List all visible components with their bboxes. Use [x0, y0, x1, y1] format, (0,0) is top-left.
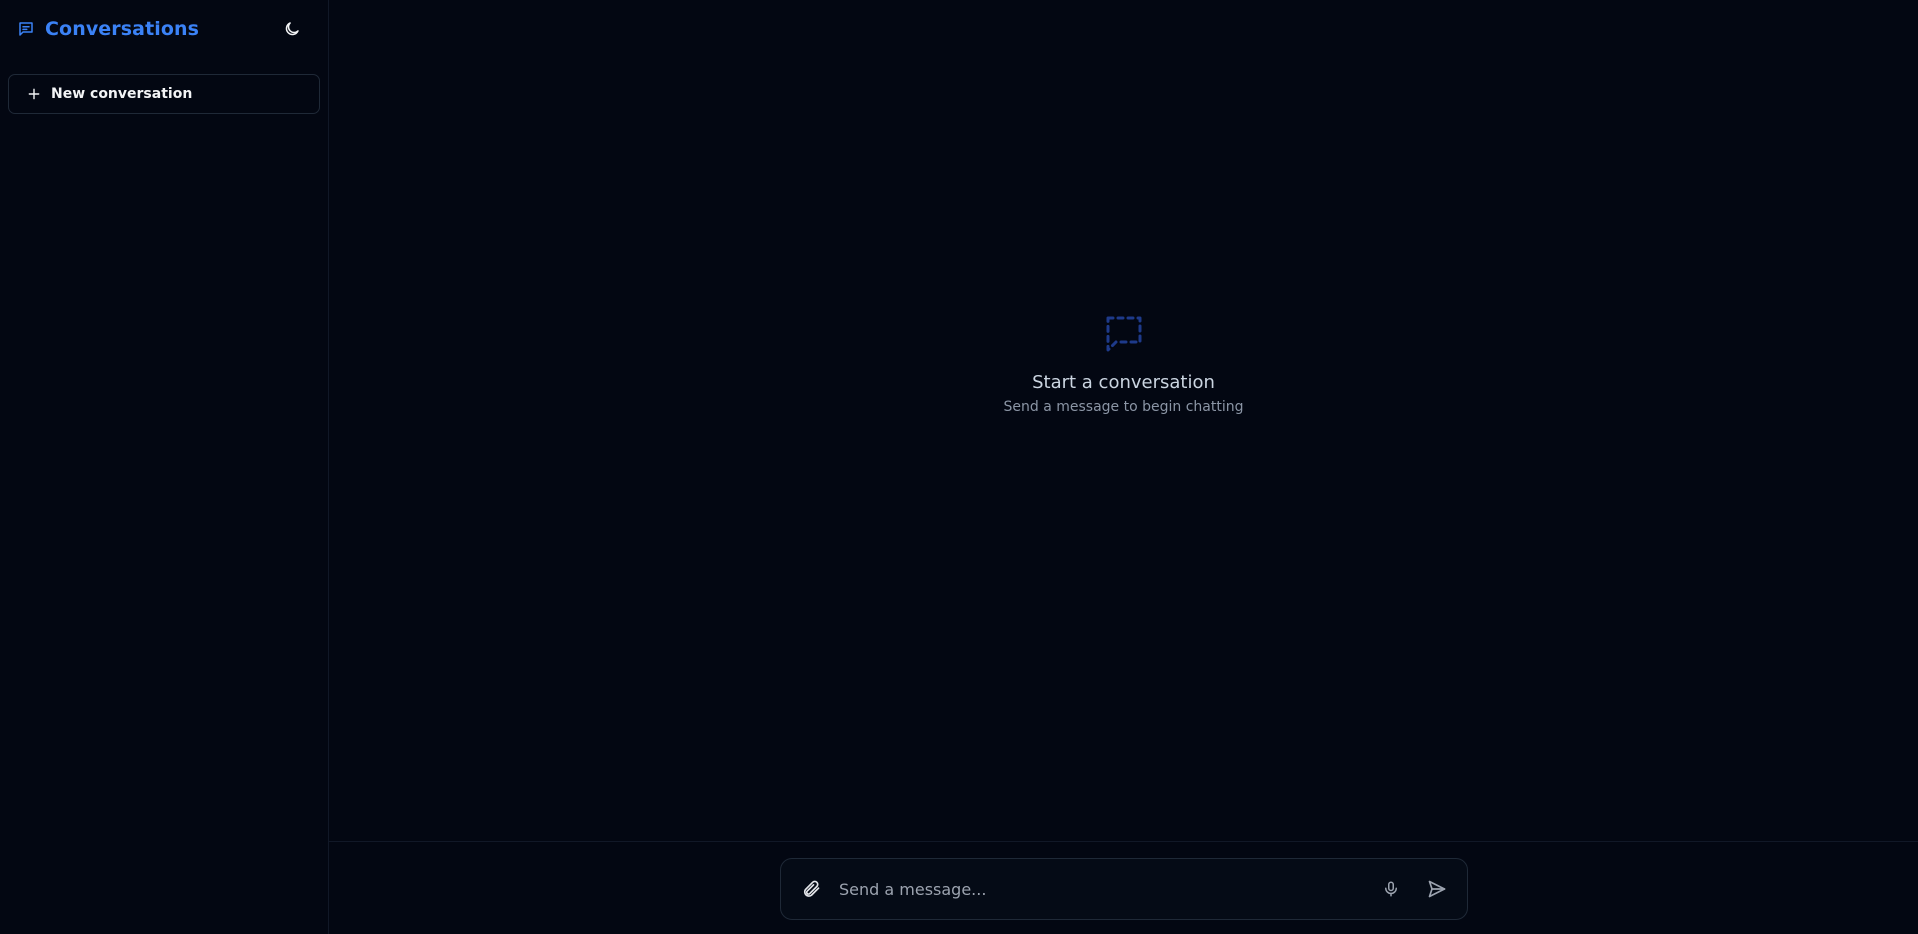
empty-state: Start a conversation Send a message to b…: [329, 312, 1918, 415]
microphone-button[interactable]: [1379, 877, 1403, 901]
composer-area: [329, 841, 1918, 934]
paperclip-icon: [801, 879, 821, 899]
theme-toggle-button[interactable]: [279, 16, 305, 42]
empty-state-title: Start a conversation: [1032, 372, 1215, 393]
send-button[interactable]: [1425, 877, 1449, 901]
sidebar-title: Conversations: [45, 18, 200, 40]
microphone-icon: [1382, 880, 1400, 898]
message-dashed-icon: [1102, 312, 1146, 356]
brand: Conversations: [17, 18, 199, 40]
plus-icon: [27, 87, 41, 101]
attach-button[interactable]: [799, 877, 823, 901]
empty-state-subtitle: Send a message to begin chatting: [1003, 399, 1244, 415]
chat-main: Start a conversation Send a message to b…: [329, 0, 1918, 934]
moon-icon: [283, 20, 301, 38]
sidebar-header: Conversations: [17, 17, 311, 41]
app-shell: Conversations New conversation Start a c…: [0, 0, 1918, 934]
sidebar: Conversations New conversation: [0, 0, 329, 934]
message-input[interactable]: [839, 874, 1379, 904]
new-conversation-label: New conversation: [51, 86, 193, 102]
message-composer: [780, 858, 1468, 920]
send-icon: [1427, 879, 1447, 899]
new-conversation-button[interactable]: New conversation: [8, 74, 320, 114]
message-square-icon: [17, 20, 35, 38]
